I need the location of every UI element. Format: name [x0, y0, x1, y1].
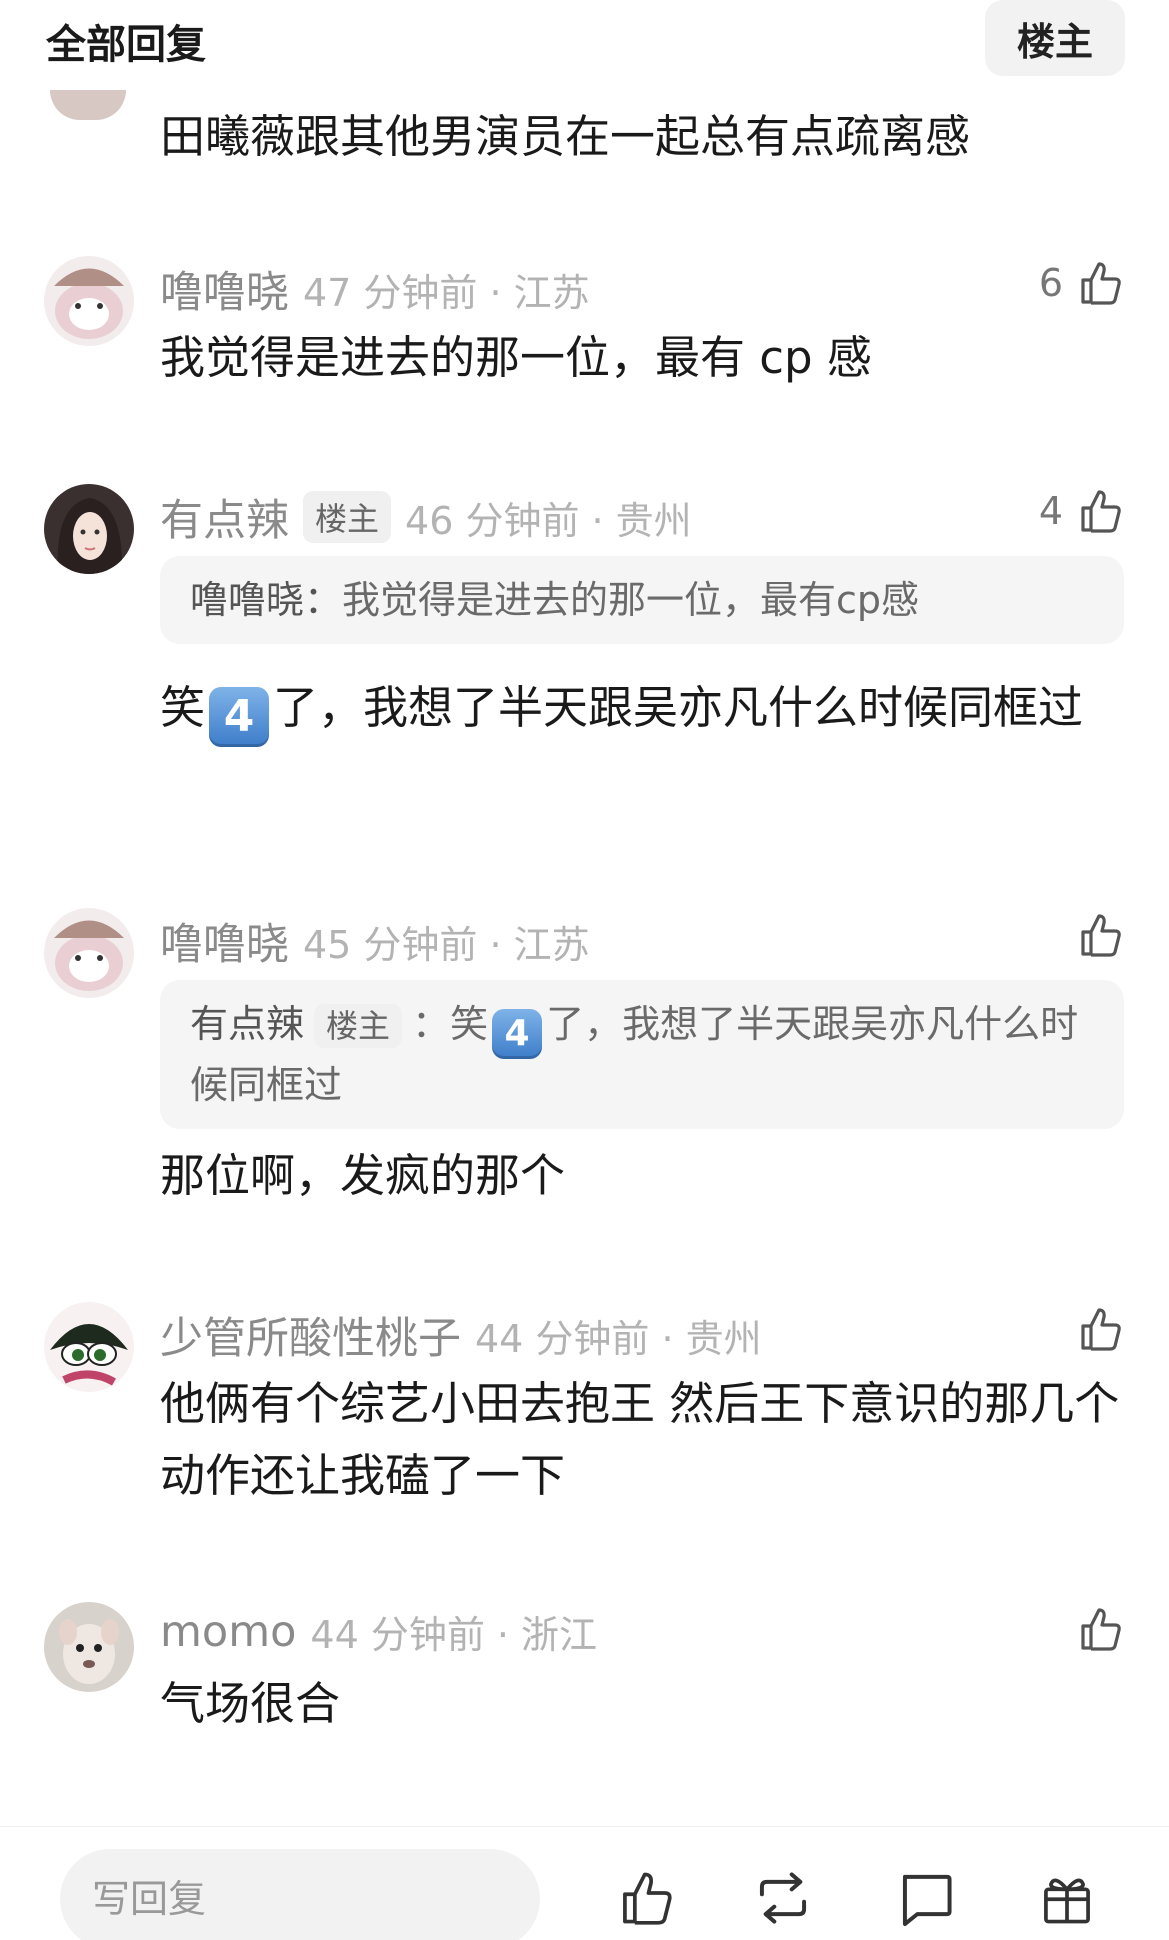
thumbs-up-icon — [1081, 914, 1121, 957]
keycap-four-emoji: 4 — [209, 687, 270, 747]
comment-text-part: 笑 — [160, 681, 206, 734]
op-badge: 楼主 — [303, 491, 392, 543]
comment-text: 那位啊，发疯的那个 — [160, 1149, 566, 1202]
thumbs-up-icon — [1081, 1308, 1121, 1351]
quoted-reply[interactable]: 噜噜晓：我觉得是进去的那一位，最有cp感 — [160, 556, 1124, 644]
quoted-text: 我觉得是进去的那一位，最有cp感 — [342, 578, 920, 622]
comment-text: 笑 4 了，我想了半天跟吴亦凡什么时候同框过 — [160, 672, 1120, 747]
avatar[interactable] — [50, 90, 126, 120]
quoted-separator: ： — [412, 1002, 451, 1046]
avatar[interactable] — [44, 908, 134, 998]
comment-text: 我觉得是进去的那一位，最有 cp 感 — [160, 331, 872, 384]
username[interactable]: momo — [160, 1607, 296, 1657]
quoted-username: 噜噜晓： — [190, 578, 343, 622]
avatar[interactable] — [44, 484, 134, 574]
avatar[interactable] — [44, 256, 134, 346]
quoted-reply[interactable]: 有点辣 楼主 ：笑 4 了，我想了半天跟吴亦凡什么时候同框过 — [160, 980, 1124, 1129]
comment-text: 气场很合 — [160, 1677, 341, 1730]
comment-meta: momo 44 分钟前 · 浙江 — [160, 1604, 597, 1659]
timestamp-location: 44 分钟前 · 贵州 — [475, 1316, 762, 1361]
thumbs-up-icon — [1081, 490, 1121, 533]
thumbs-up-icon[interactable] — [615, 1867, 677, 1929]
timestamp-location: 46 分钟前 · 贵州 — [405, 498, 692, 543]
timestamp-location: 47 分钟前 · 江苏 — [303, 270, 590, 315]
like-button[interactable]: 4 — [1039, 486, 1125, 536]
comment-meta: 有点辣 楼主 46 分钟前 · 贵州 — [160, 486, 692, 548]
comment-text-part: 了，我想了半天跟吴亦凡什么时候同框过 — [273, 681, 1084, 734]
keycap-four-emoji: 4 — [492, 1009, 543, 1059]
comment-meta: 噜噜晓 47 分钟前 · 江苏 — [160, 258, 590, 320]
timestamp-location: 45 分钟前 · 江苏 — [303, 922, 590, 967]
timestamp-location: 44 分钟前 · 浙江 — [310, 1613, 598, 1657]
author-only-button[interactable]: 楼主 — [985, 0, 1125, 76]
comment-text: 他俩有个综艺小田去抱王 然后王下意识的那几个动作还让我磕了一下 — [160, 1377, 1120, 1502]
bottom-action-bar — [0, 1826, 1169, 1940]
avatar[interactable] — [44, 1602, 134, 1692]
reply-input[interactable] — [60, 1849, 540, 1940]
comment-meta: 噜噜晓 45 分钟前 · 江苏 — [160, 910, 590, 972]
page-title: 全部回复 — [46, 22, 206, 68]
quoted-username: 有点辣 — [190, 1002, 305, 1046]
like-button[interactable] — [1075, 910, 1125, 960]
thumbs-up-icon — [1081, 262, 1121, 305]
thumbs-up-icon — [1081, 1608, 1121, 1651]
comment-meta: 少管所酸性桃子 44 分钟前 · 贵州 — [160, 1304, 762, 1366]
like-button[interactable]: 6 — [1039, 258, 1125, 308]
like-button[interactable] — [1075, 1304, 1125, 1354]
like-button[interactable] — [1075, 1604, 1125, 1654]
username[interactable]: 噜噜晓 — [160, 258, 289, 320]
repost-icon[interactable] — [752, 1867, 814, 1929]
avatar[interactable] — [44, 1302, 134, 1392]
username[interactable]: 有点辣 — [160, 486, 289, 548]
username[interactable]: 少管所酸性桃子 — [160, 1304, 461, 1366]
comment-icon[interactable] — [895, 1867, 957, 1929]
gift-icon[interactable] — [1036, 1867, 1098, 1929]
op-badge: 楼主 — [314, 1004, 403, 1048]
quoted-text: 笑 — [450, 1002, 489, 1046]
like-count: 6 — [1038, 261, 1063, 305]
comment-text: 田曦薇跟其他男演员在一起总有点疏离感 — [160, 110, 971, 163]
username[interactable]: 噜噜晓 — [160, 910, 289, 972]
like-count: 4 — [1038, 489, 1063, 533]
